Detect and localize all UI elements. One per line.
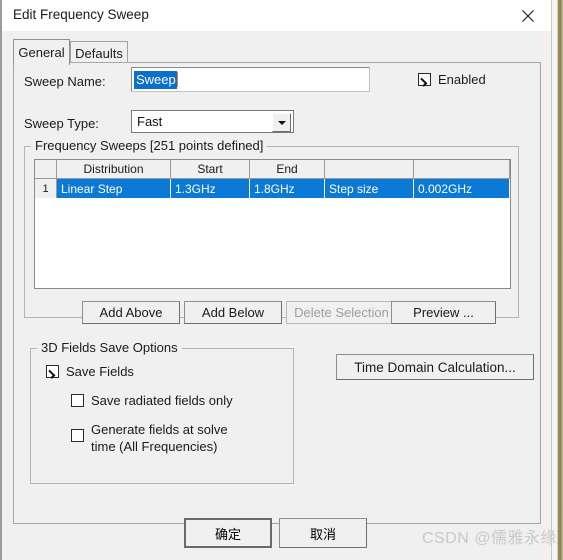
window-title: Edit Frequency Sweep [13, 7, 149, 22]
tab-general-label: General [18, 45, 65, 60]
chevron-down-icon[interactable] [272, 113, 291, 132]
table-header-row: Distribution Start End [35, 160, 510, 179]
preview-button[interactable]: Preview ... [391, 301, 496, 324]
table-header-param-name[interactable] [325, 160, 414, 178]
sweep-name-label: Sweep Name: [24, 74, 106, 89]
generate-fields-checkbox[interactable]: Generate fields at solve time (All Frequ… [71, 421, 251, 455]
save-fields-label: Save Fields [66, 364, 134, 379]
edit-frequency-sweep-dialog: Edit Frequency Sweep General Defaults Sw… [0, 0, 557, 560]
background-window-edge [551, 0, 557, 560]
dialog-client-area: General Defaults Sweep Name: Sweep Enabl… [2, 31, 551, 560]
save-radiated-fields-label: Save radiated fields only [91, 393, 233, 408]
table-header-distribution[interactable]: Distribution [57, 160, 171, 178]
title-bar: Edit Frequency Sweep [2, 0, 551, 31]
checkbox-box-enabled [418, 73, 431, 86]
generate-fields-label: Generate fields at solve time (All Frequ… [91, 422, 228, 454]
frequency-sweeps-group-title: Frequency Sweeps [251 points defined] [31, 138, 268, 153]
table-cell-param-name[interactable]: Step size [325, 179, 414, 198]
close-icon[interactable] [509, 0, 547, 31]
table-cell-param-value[interactable]: 0.002GHz [414, 179, 510, 198]
tab-page-general: Sweep Name: Sweep Enabled Sweep Type: Fa… [13, 62, 541, 524]
cancel-button[interactable]: 取消 [279, 518, 367, 548]
checkbox-box-save-fields [46, 365, 59, 378]
fields-save-options-title: 3D Fields Save Options [37, 340, 182, 355]
delete-selection-button: Delete Selection [286, 301, 397, 324]
sweep-type-value: Fast [137, 114, 163, 129]
table-cell-end[interactable]: 1.8GHz [250, 179, 325, 198]
tab-merge-mask [14, 61, 69, 64]
save-fields-checkbox[interactable]: Save Fields [46, 364, 134, 379]
sweep-name-value: Sweep [134, 70, 177, 89]
background-window-sliver [556, 0, 563, 560]
table-header-end[interactable]: End [250, 160, 325, 178]
tab-defaults[interactable]: Defaults [70, 41, 128, 64]
add-below-button[interactable]: Add Below [184, 301, 282, 324]
time-domain-calculation-button[interactable]: Time Domain Calculation... [336, 354, 534, 380]
tab-defaults-label: Defaults [75, 45, 123, 61]
enabled-checkbox[interactable]: Enabled [418, 72, 486, 87]
table-row-number[interactable]: 1 [35, 179, 57, 198]
save-radiated-fields-checkbox[interactable]: Save radiated fields only [71, 393, 233, 408]
table-cell-start[interactable]: 1.3GHz [171, 179, 250, 198]
table-cell-distribution[interactable]: Linear Step [57, 179, 171, 198]
text-caret [176, 72, 178, 87]
table-header-rownum[interactable] [35, 160, 57, 178]
ok-button[interactable]: 确定 [184, 518, 272, 548]
frequency-sweeps-table[interactable]: Distribution Start End 1 Linear Step 1.3… [34, 159, 511, 289]
sweep-type-select[interactable]: Fast [131, 110, 294, 133]
sweep-name-input[interactable]: Sweep [131, 67, 370, 92]
add-above-button[interactable]: Add Above [82, 301, 180, 324]
table-header-param-value[interactable] [414, 160, 510, 178]
table-header-start[interactable]: Start [171, 160, 250, 178]
table-row[interactable]: 1 Linear Step 1.3GHz 1.8GHz Step size 0.… [35, 179, 510, 198]
checkbox-box-generate-fields [71, 429, 84, 442]
enabled-label: Enabled [438, 72, 486, 87]
watermark: CSDN @儒雅永缘 [422, 530, 558, 547]
checkbox-box-save-radiated [71, 394, 84, 407]
chevron-down-glyph [277, 120, 286, 125]
sweep-type-label: Sweep Type: [24, 116, 99, 131]
tab-strip: General Defaults [13, 39, 541, 65]
